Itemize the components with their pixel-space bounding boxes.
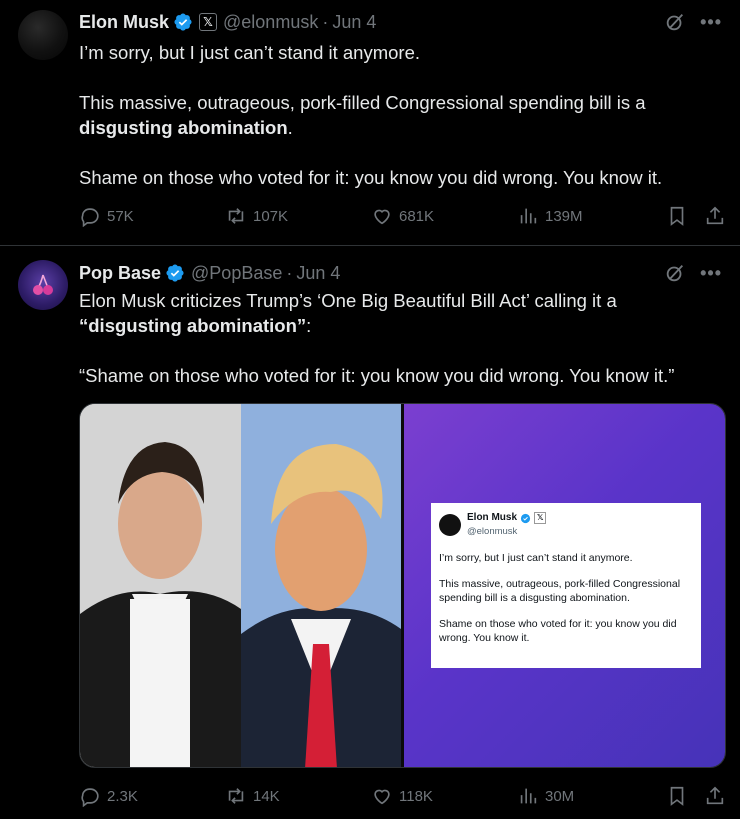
action-bar: 2.3K 14K 118K 30M: [79, 784, 726, 808]
text-segment: :: [306, 315, 312, 336]
bold-text: “disgusting abomination”: [79, 315, 307, 336]
author-name[interactable]: Pop Base: [79, 263, 161, 284]
embedded-paragraph: Shame on those who voted for it: you kno…: [439, 618, 677, 644]
views-button[interactable]: 139M: [517, 205, 663, 227]
portrait-illustration: [241, 404, 401, 767]
author-handle[interactable]: @PopBase: [191, 263, 282, 284]
tweet-pop-base[interactable]: Pop Base @PopBase · Jun 4 ••• Elon Musk …: [0, 246, 740, 819]
reply-count: 2.3K: [107, 787, 138, 805]
x-affiliate-badge-icon: 𝕏: [199, 13, 218, 31]
bookmark-icon[interactable]: [666, 205, 688, 227]
repost-button[interactable]: 107K: [225, 205, 371, 227]
tweet-date[interactable]: Jun 4: [296, 263, 340, 284]
cherry-logo-icon: [33, 274, 53, 295]
like-button[interactable]: 118K: [371, 785, 517, 807]
reply-icon: [81, 208, 99, 227]
header-actions: •••: [664, 11, 722, 33]
embedded-name-row: Elon Musk 𝕏: [467, 511, 547, 525]
repost-count: 14K: [253, 787, 280, 805]
reply-button[interactable]: 57K: [79, 205, 225, 227]
more-options-icon[interactable]: •••: [700, 264, 722, 282]
text-segment: .: [287, 117, 293, 138]
verified-badge-icon: [166, 264, 184, 282]
reply-button[interactable]: 2.3K: [79, 785, 225, 807]
embedded-tweet-card: Elon Musk 𝕏 @elonmusk I’m sorry, but I j…: [431, 503, 701, 668]
reply-count: 57K: [107, 207, 134, 225]
verified-badge-icon: [174, 13, 192, 31]
more-options-icon[interactable]: •••: [700, 13, 722, 31]
like-count: 118K: [399, 787, 433, 805]
header-actions: •••: [664, 262, 722, 284]
embedded-tweet-text: I’m sorry, but I just can’t stand it any…: [439, 551, 693, 645]
share-actions: [666, 785, 726, 807]
embedded-avatar: [439, 514, 461, 536]
portrait-photo-right: [241, 404, 401, 767]
like-count: 681K: [399, 207, 435, 225]
avatar[interactable]: [18, 260, 68, 310]
tweet-text: I’m sorry, but I just can’t stand it any…: [79, 40, 720, 215]
reply-icon: [81, 788, 99, 807]
author-name[interactable]: Elon Musk: [79, 12, 169, 33]
share-icon[interactable]: [704, 205, 726, 227]
tweet-elon-musk[interactable]: Elon Musk 𝕏 @elonmusk · Jun 4 ••• I’m so…: [0, 0, 740, 246]
action-bar: 57K 107K 681K 139M: [79, 204, 726, 228]
tweet-paragraph: Elon Musk criticizes Trump’s ‘One Big Be…: [79, 288, 720, 338]
text-segment: This massive, outrageous, pork-filled Co…: [79, 92, 646, 113]
heart-icon: [374, 789, 390, 805]
heart-icon: [374, 209, 390, 225]
embedded-card-header: Elon Musk 𝕏 @elonmusk: [439, 511, 693, 539]
tweet-paragraph: “Shame on those who voted for it: you kn…: [79, 365, 675, 386]
embedded-author-name: Elon Musk: [467, 512, 518, 523]
bold-text: disgusting abomination: [79, 117, 288, 138]
author-handle[interactable]: @elonmusk: [223, 12, 318, 33]
embedded-paragraph: I’m sorry, but I just can’t stand it any…: [439, 552, 633, 564]
verified-badge-icon: [520, 513, 531, 523]
media-image[interactable]: Elon Musk 𝕏 @elonmusk I’m sorry, but I j…: [79, 403, 726, 768]
share-actions: [666, 205, 726, 227]
views-chart-icon: [520, 208, 537, 224]
tweet-date[interactable]: Jun 4: [332, 12, 376, 33]
portrait-illustration: [80, 404, 241, 767]
tweet-paragraph: I’m sorry, but I just can’t stand it any…: [79, 42, 421, 63]
separator-dot: ·: [322, 11, 329, 32]
view-count: 139M: [545, 207, 583, 225]
tweet-header: Pop Base @PopBase · Jun 4 •••: [79, 262, 722, 284]
embedded-paragraph: This massive, outrageous, pork-filled Co…: [439, 578, 681, 604]
repost-icon: [228, 788, 244, 804]
separator-dot: ·: [286, 262, 293, 283]
repost-icon: [228, 208, 244, 224]
share-icon[interactable]: [704, 785, 726, 807]
avatar[interactable]: [18, 10, 68, 60]
repost-count: 107K: [253, 207, 289, 225]
x-affiliate-badge-icon: 𝕏: [534, 512, 547, 524]
view-count: 30M: [545, 787, 575, 805]
embedded-author-handle: @elonmusk: [467, 526, 518, 537]
bookmark-icon[interactable]: [666, 785, 688, 807]
tweet-paragraph: Shame on those who voted for it: you kno…: [79, 167, 663, 188]
text-segment: Elon Musk criticizes Trump’s ‘One Big Be…: [79, 290, 617, 311]
grok-icon[interactable]: [664, 262, 686, 284]
views-button[interactable]: 30M: [517, 785, 663, 807]
tweet-paragraph: This massive, outrageous, pork-filled Co…: [79, 90, 720, 140]
repost-button[interactable]: 14K: [225, 785, 371, 807]
views-chart-icon: [520, 788, 537, 804]
tweet-text: Elon Musk criticizes Trump’s ‘One Big Be…: [79, 288, 720, 413]
portrait-photo-left: [80, 404, 241, 767]
grok-icon[interactable]: [664, 11, 686, 33]
tweet-header: Elon Musk 𝕏 @elonmusk · Jun 4 •••: [79, 11, 722, 33]
like-button[interactable]: 681K: [371, 205, 517, 227]
